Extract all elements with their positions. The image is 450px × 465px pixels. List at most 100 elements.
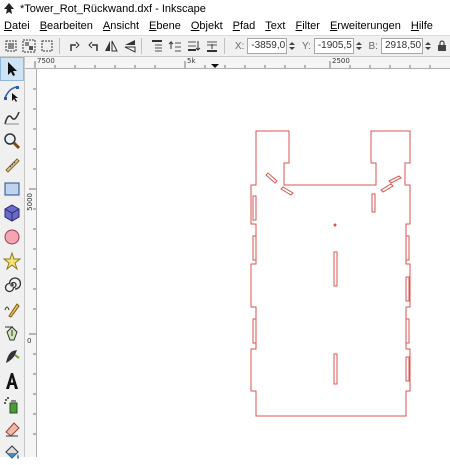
lock-icon (438, 40, 447, 51)
lower-button[interactable] (186, 38, 201, 54)
panel-outline (250, 130, 411, 417)
horizontal-ruler-ticks (34, 61, 431, 68)
flip-vertical-button[interactable] (122, 38, 137, 54)
lower-to-bottom-button[interactable] (205, 38, 220, 54)
toolbar-separator (59, 38, 61, 54)
spray-tool-button[interactable] (0, 393, 24, 417)
pen-tool-button[interactable] (0, 321, 24, 345)
selector-tool-button[interactable] (0, 57, 24, 81)
spiral-tool-button[interactable] (0, 273, 24, 297)
arrow-pointer-icon (8, 62, 17, 76)
text-tool-button[interactable] (0, 369, 24, 393)
width-input[interactable]: 2918,50 (380, 38, 423, 54)
spray-icon (4, 397, 18, 414)
zoom-tool-button[interactable] (0, 129, 24, 153)
rectangle-icon (4, 182, 20, 196)
menu-text[interactable]: Text (265, 20, 285, 32)
calligraphy-tool-button[interactable] (0, 345, 24, 369)
menu-filter[interactable]: Filter (295, 20, 319, 32)
y-label: Y: (301, 40, 311, 52)
vertical-ruler[interactable]: 5000 0 (25, 69, 37, 457)
x-spinner[interactable] (288, 38, 296, 54)
eraser-icon (5, 422, 20, 437)
title-bar: *Tower_Rot_Rückwand.dxf - Inkscape (0, 0, 450, 17)
calligraphy-icon (6, 350, 20, 363)
menu-ebene[interactable]: Ebene (149, 20, 181, 32)
magnifier-icon (4, 133, 21, 150)
slot-right-5 (371, 193, 376, 213)
measure-tool-button[interactable] (0, 153, 24, 177)
y-input[interactable]: -1905,5 (313, 38, 354, 54)
menu-objekt[interactable]: Objekt (191, 20, 223, 32)
window-title: *Tower_Rot_Rückwand.dxf - Inkscape (20, 2, 206, 15)
lower-to-bottom-icon (207, 41, 218, 52)
ellipse-tool-button[interactable] (0, 225, 24, 249)
raise-to-top-button[interactable] (149, 38, 164, 54)
select-all-layers-button[interactable] (21, 38, 36, 54)
eraser-tool-button[interactable] (0, 417, 24, 441)
flip-horizontal-icon (105, 40, 119, 52)
3d-box-icon (4, 204, 20, 222)
horizontal-ruler[interactable]: 7500 5k 2500 (25, 57, 450, 69)
pencil-tool-button[interactable] (0, 297, 24, 321)
deselect-button[interactable] (40, 38, 55, 54)
center-hole (333, 223, 337, 227)
star-tool-button[interactable] (0, 249, 24, 273)
rotate-ccw-button[interactable] (67, 38, 82, 54)
paint-bucket-tool-button[interactable] (0, 441, 24, 465)
flip-vertical-icon (124, 40, 136, 53)
rect-tool-button[interactable] (0, 177, 24, 201)
ruler-icon (5, 158, 20, 173)
menu-bar: Datei Bearbeiten Ansicht Ebene Objekt Pf… (0, 17, 450, 35)
slot-right-4 (405, 356, 410, 382)
drawing-canvas[interactable] (37, 69, 450, 457)
ruler-label-7500: 7500 (37, 57, 55, 65)
3dbox-tool-button[interactable] (0, 201, 24, 225)
pen-icon (5, 326, 18, 341)
flip-horizontal-button[interactable] (104, 38, 119, 54)
x-input[interactable]: -3859,0 (247, 38, 288, 54)
raise-button[interactable] (168, 38, 183, 54)
diagonal-slot-left (265, 172, 278, 184)
tweak-icon (4, 111, 20, 125)
menu-bearbeiten[interactable]: Bearbeiten (40, 20, 93, 32)
tool-controls-bar: X: -3859,0 Y: -1905,5 B: 2918,50 (0, 35, 450, 57)
select-all-icon (5, 40, 17, 52)
w-label: B: (368, 40, 378, 52)
slot-left-3 (252, 318, 257, 344)
menu-hilfe[interactable]: Hilfe (411, 20, 433, 32)
star-icon (3, 252, 21, 270)
ruler-label-5k: 5k (187, 57, 196, 65)
slot-right-2 (405, 276, 410, 302)
toolbar-separator (223, 38, 225, 54)
y-spinner[interactable] (355, 38, 363, 54)
diagonal-slot-right (380, 183, 394, 193)
menu-pfad[interactable]: Pfad (233, 20, 256, 32)
ruler-label-0: 0 (27, 337, 32, 345)
text-icon (6, 373, 18, 389)
node-edit-icon (4, 86, 19, 102)
menu-ansicht[interactable]: Ansicht (103, 20, 139, 32)
menu-erweiterungen[interactable]: Erweiterungen (330, 20, 401, 32)
menu-datei[interactable]: Datei (4, 20, 30, 32)
select-all-button[interactable] (3, 38, 18, 54)
slot-right-3 (405, 318, 410, 344)
tweak-tool-button[interactable] (0, 105, 24, 129)
slot-center-1 (333, 251, 338, 287)
slot-center-2 (333, 353, 338, 385)
lower-icon (187, 41, 201, 51)
slot-right-1 (405, 235, 410, 261)
toolbar-separator (141, 38, 143, 54)
vertical-ruler-ticks (29, 88, 36, 435)
x-label: X: (234, 40, 245, 52)
width-spinner[interactable] (424, 38, 432, 54)
node-tool-button[interactable] (0, 81, 24, 105)
diagonal-slot-left-inner (280, 186, 294, 196)
pencil-icon (4, 303, 20, 318)
ruler-label-2500: 2500 (332, 57, 350, 65)
inkscape-logo-icon (4, 2, 14, 14)
spiral-icon (4, 277, 21, 293)
rotate-cw-button[interactable] (85, 38, 100, 54)
lock-proportions-button[interactable] (435, 38, 450, 54)
back-panel-drawing[interactable] (37, 69, 450, 457)
